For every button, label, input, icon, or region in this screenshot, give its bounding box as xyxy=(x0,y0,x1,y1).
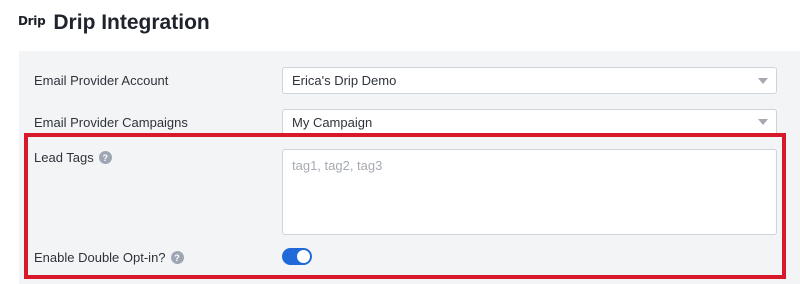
double-optin-label-row: Enable Double Opt-in?? xyxy=(34,250,184,265)
campaigns-label: Email Provider Campaigns xyxy=(34,115,188,130)
account-label: Email Provider Account xyxy=(34,73,169,88)
chevron-down-icon xyxy=(758,77,768,84)
page-header: Drip Drip Integration xyxy=(18,8,210,38)
campaigns-select[interactable]: My Campaign xyxy=(282,109,777,135)
question-circle-icon[interactable]: ? xyxy=(98,151,112,165)
toggle-knob xyxy=(297,250,310,263)
campaigns-select-value: My Campaign xyxy=(292,114,373,130)
double-optin-toggle[interactable] xyxy=(282,248,312,265)
question-circle-icon[interactable]: ? xyxy=(170,251,184,265)
account-select-value: Erica's Drip Demo xyxy=(292,73,397,88)
double-optin-label: Enable Double Opt-in? xyxy=(34,250,166,265)
lead-tags-label: Lead Tags xyxy=(34,150,94,165)
drip-logo: Drip xyxy=(18,14,46,28)
chevron-down-icon xyxy=(758,119,768,125)
lead-tags-placeholder: tag1, tag2, tag3 xyxy=(292,158,383,173)
page-title: Drip Integration xyxy=(53,11,210,34)
lead-tags-label-row: Lead Tags? xyxy=(34,150,112,165)
lead-tags-input[interactable]: tag1, tag2, tag3 xyxy=(282,149,777,235)
account-select[interactable]: Erica's Drip Demo xyxy=(282,67,777,94)
